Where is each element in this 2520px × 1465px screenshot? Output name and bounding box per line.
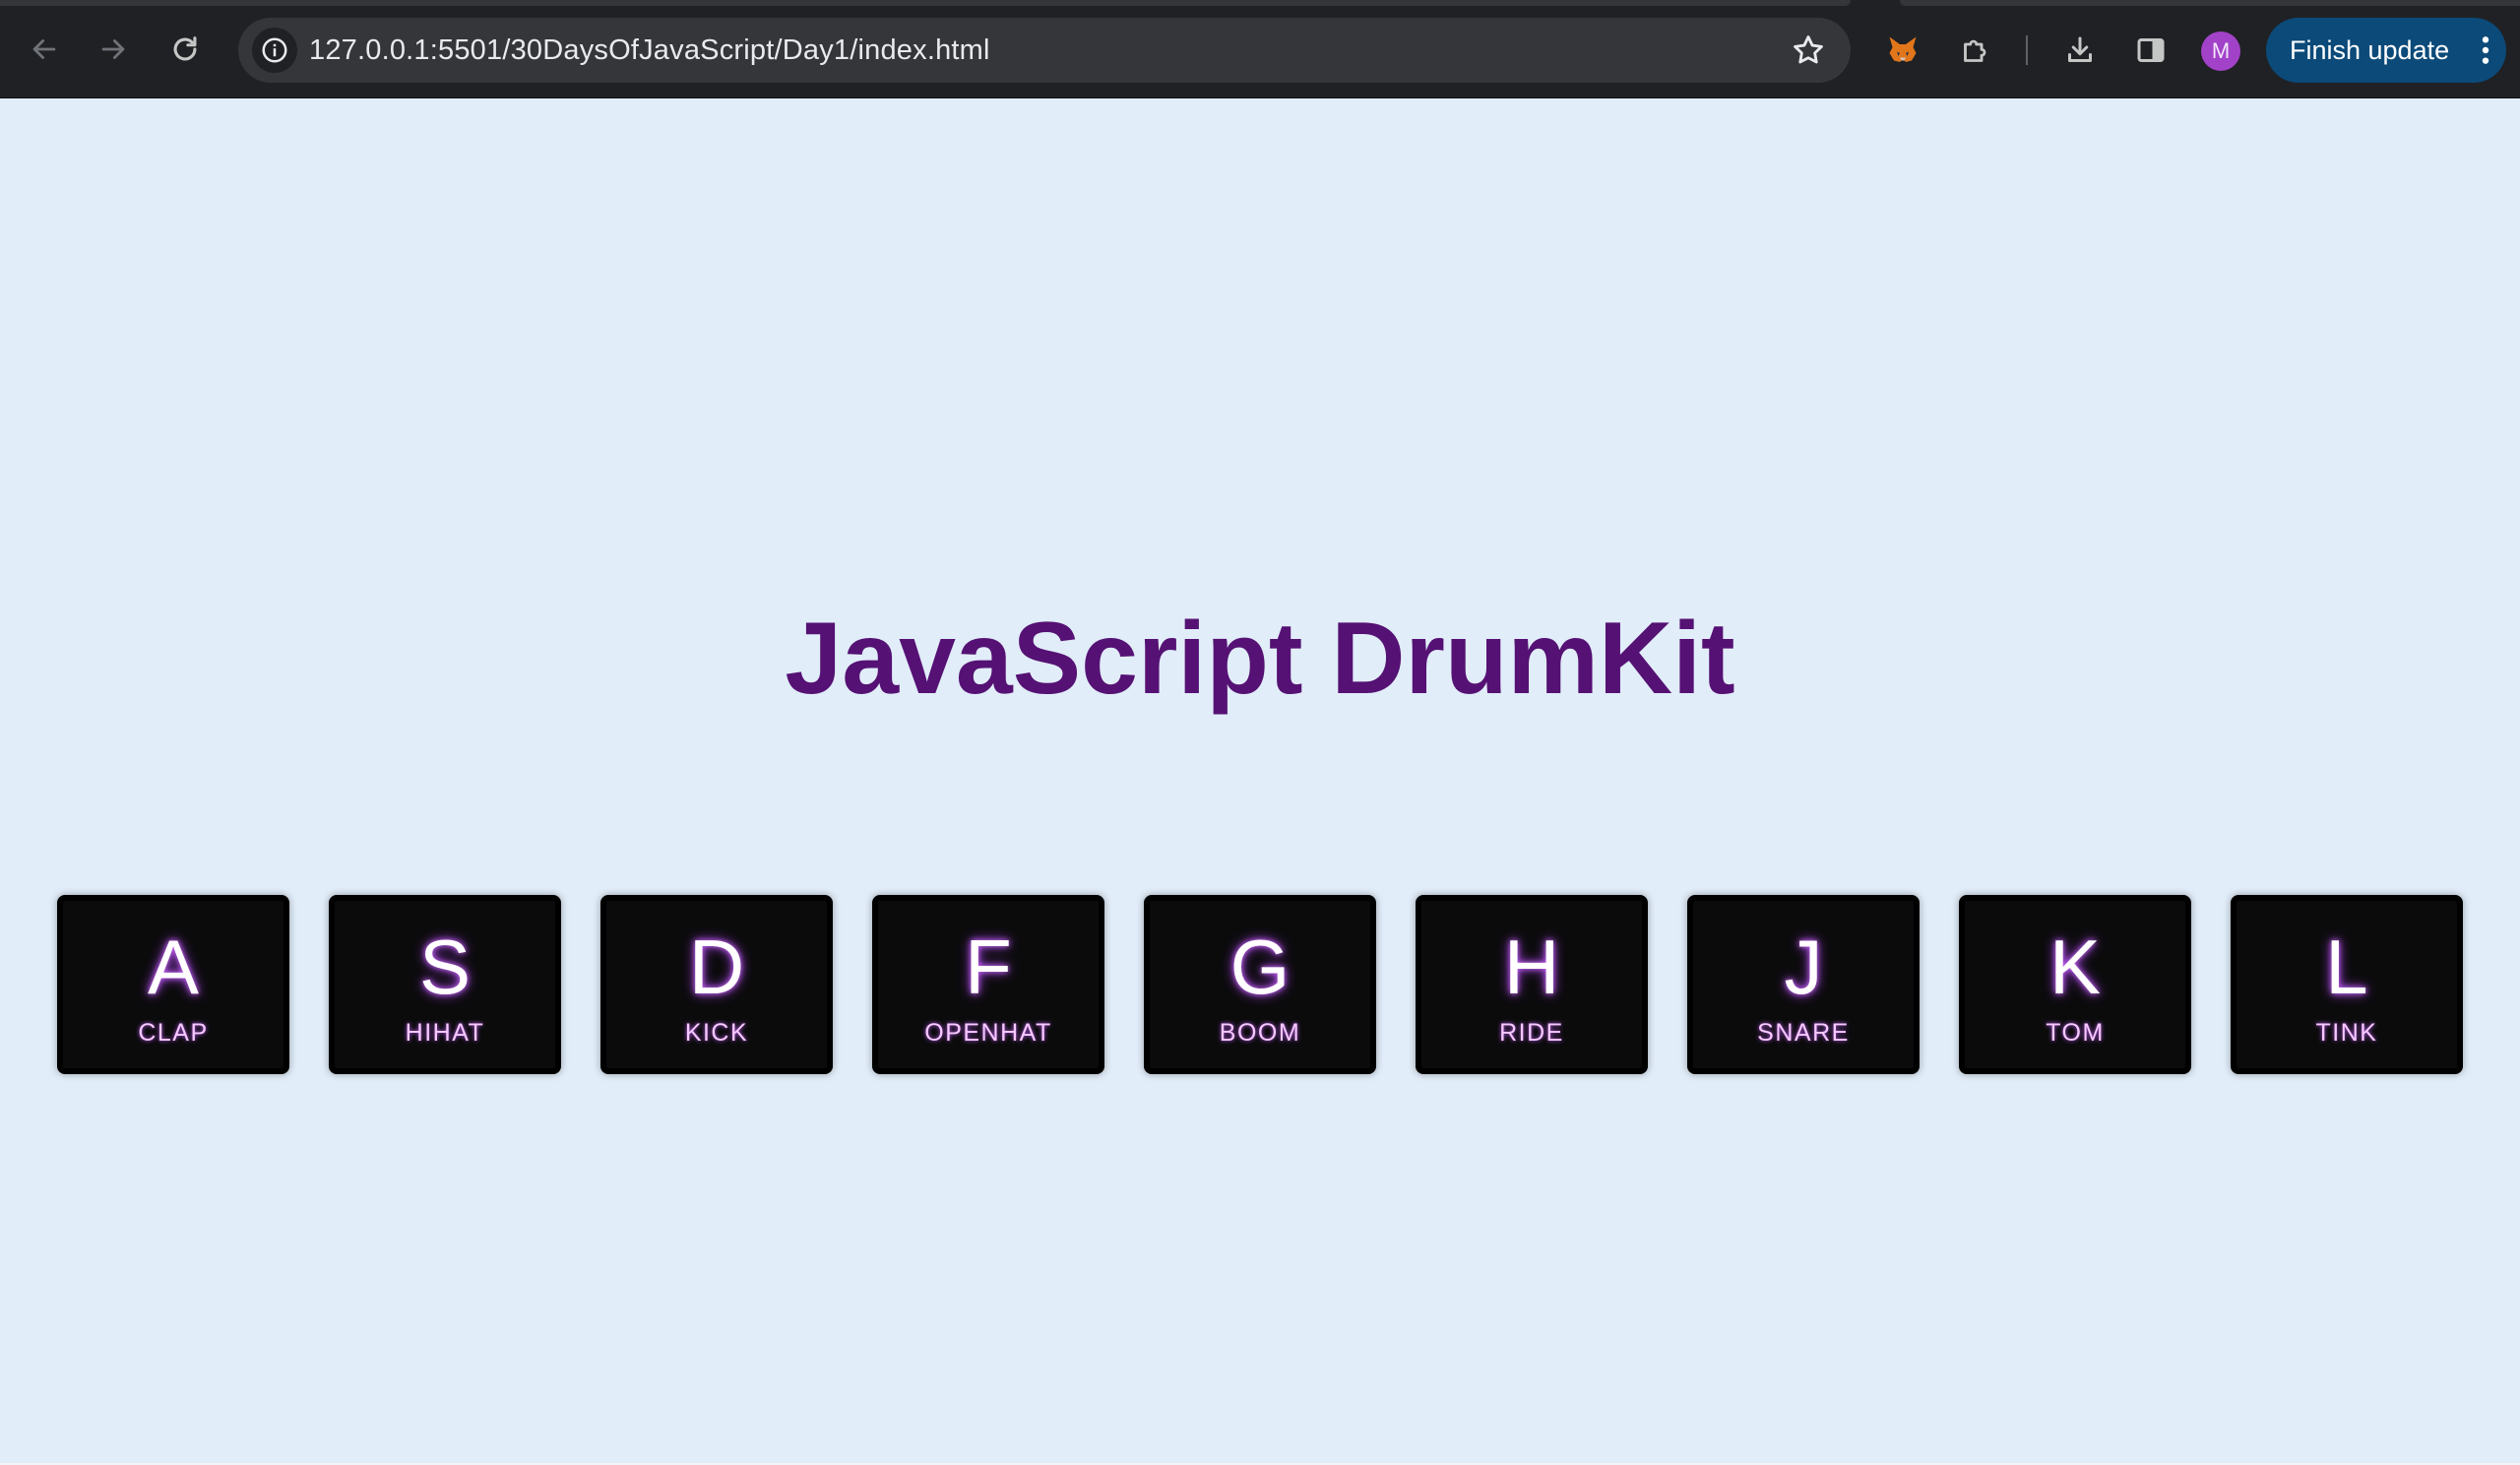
- page-content: JavaScript DrumKit A CLAP S HIHAT D KICK…: [0, 98, 2520, 1465]
- url-text[interactable]: 127.0.0.1:5501/30DaysOfJavaScript/Day1/i…: [309, 18, 990, 83]
- tab-strip-right: [1900, 0, 2520, 6]
- key-letter: A: [147, 924, 200, 1010]
- page-title: JavaScript DrumKit: [785, 602, 1735, 716]
- key-sound: BOOM: [1219, 1019, 1301, 1047]
- drum-key-l[interactable]: L TINK: [2231, 895, 2463, 1074]
- site-info-button[interactable]: [252, 28, 297, 73]
- toolbar-divider: [2026, 35, 2028, 65]
- drum-key-h[interactable]: H RIDE: [1416, 895, 1648, 1074]
- drum-key-k[interactable]: K TOM: [1959, 895, 2191, 1074]
- drum-keys: A CLAP S HIHAT D KICK F OPENHAT G BOOM H…: [57, 895, 2463, 1074]
- star-icon[interactable]: [1790, 32, 1827, 69]
- key-sound: RIDE: [1499, 1019, 1564, 1047]
- extensions-button[interactable]: [1955, 30, 1996, 71]
- side-panel-icon: [2137, 38, 2165, 62]
- download-icon: [2068, 36, 2092, 62]
- metamask-extension-button[interactable]: [1882, 30, 1923, 71]
- key-sound: TOM: [2046, 1019, 2105, 1047]
- key-letter: L: [2325, 924, 2368, 1010]
- info-icon: [262, 37, 287, 63]
- kebab-icon[interactable]: [2479, 34, 2492, 66]
- drum-key-g[interactable]: G BOOM: [1144, 895, 1376, 1074]
- drum-key-s[interactable]: S HIHAT: [329, 895, 561, 1074]
- tab-strip-left: [0, 0, 1851, 6]
- profile-avatar[interactable]: M: [2201, 32, 2240, 71]
- back-button[interactable]: [22, 27, 67, 72]
- finish-update-button[interactable]: Finish update: [2266, 18, 2506, 83]
- key-letter: H: [1503, 924, 1560, 1010]
- downloads-button[interactable]: [2059, 30, 2101, 71]
- side-panel-button[interactable]: [2130, 30, 2172, 71]
- key-sound: CLAP: [138, 1019, 209, 1047]
- drum-key-a[interactable]: A CLAP: [57, 895, 289, 1074]
- key-letter: S: [418, 924, 472, 1010]
- reload-button[interactable]: [162, 27, 208, 72]
- key-sound: OPENHAT: [924, 1019, 1052, 1047]
- key-letter: F: [965, 924, 1012, 1010]
- key-letter: J: [1784, 924, 1823, 1010]
- drum-key-d[interactable]: D KICK: [600, 895, 833, 1074]
- key-sound: TINK: [2315, 1019, 2378, 1047]
- browser-toolbar: 127.0.0.1:5501/30DaysOfJavaScript/Day1/i…: [0, 0, 2520, 98]
- arrow-left-icon: [32, 39, 56, 59]
- forward-button[interactable]: [91, 27, 136, 72]
- key-letter: D: [688, 924, 745, 1010]
- key-sound: KICK: [684, 1019, 749, 1047]
- fox-icon: [1889, 36, 1917, 62]
- key-sound: HIHAT: [405, 1019, 485, 1047]
- finish-update-label: Finish update: [2290, 35, 2450, 65]
- address-bar[interactable]: 127.0.0.1:5501/30DaysOfJavaScript/Day1/i…: [238, 18, 1851, 83]
- arrow-right-icon: [101, 39, 125, 59]
- tab-strip-edge: [0, 0, 2520, 6]
- key-letter: G: [1229, 924, 1291, 1010]
- key-letter: K: [2048, 924, 2102, 1010]
- reload-icon: [173, 36, 197, 61]
- puzzle-icon: [1964, 39, 1986, 62]
- key-sound: SNARE: [1757, 1019, 1850, 1047]
- drum-key-j[interactable]: J SNARE: [1687, 895, 1920, 1074]
- drum-key-f[interactable]: F OPENHAT: [872, 895, 1104, 1074]
